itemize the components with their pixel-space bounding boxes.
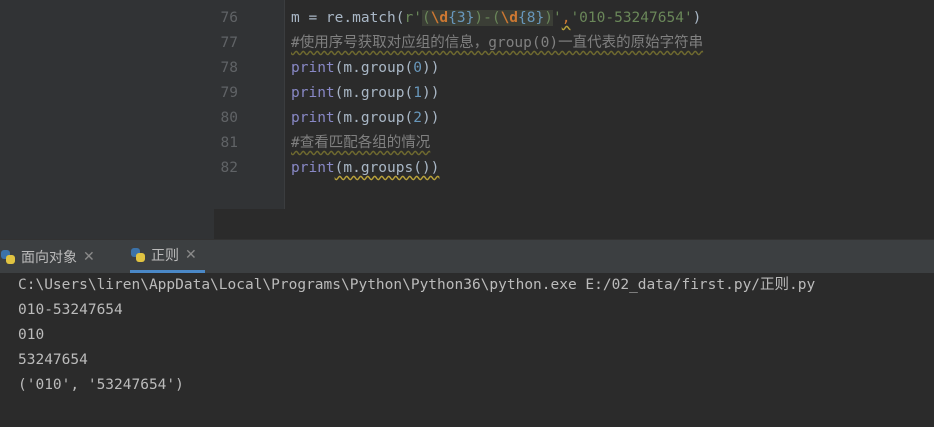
code-line-77[interactable]: #使用序号获取对应组的信息，group(0)一直代表的原始字符串 [291,31,703,56]
tab-mianxiangduixiang[interactable]: 面向对象 ✕ [0,240,95,273]
code-comment: #使用序号获取对应组的信息，group(0)一直代表的原始字符串 [291,35,704,51]
code-token: (m.group( [334,110,414,126]
code-line-80[interactable]: print(m.group(2)) [291,106,439,131]
regex-quote: ' [552,10,562,26]
line-number: 81 [220,135,238,151]
close-icon[interactable]: ✕ [185,247,197,263]
line-number: 76 [220,10,238,26]
regex-escape: \d [430,10,449,26]
regex-quantifier: {3} [448,10,475,26]
console-line: ('010', '53247654') [18,377,184,393]
regex-escape: \d [500,10,519,26]
regex-token: ) [544,10,553,26]
regex-token: ( [421,10,431,26]
tab-label: 正则 [151,248,179,264]
code-token: m = re.match( [291,10,405,26]
run-tool-window-tabs: 面向对象 ✕ 正则 ✕ [0,239,934,273]
line-number: 79 [220,85,238,101]
code-token: (m.groups()) [334,160,440,176]
line-number: 77 [220,35,238,51]
code-token: )) [421,60,440,76]
string-argument: '010-53247654' [570,10,693,26]
code-token: (m.group( [334,85,414,101]
code-line-81[interactable]: #查看匹配各组的情况 [291,131,430,156]
line-number: 82 [220,160,238,176]
code-token: (m.group( [334,60,414,76]
run-console[interactable]: C:\Users\liren\AppData\Local\Programs\Py… [0,273,934,427]
code-token: )) [421,85,440,101]
code-line-82[interactable]: print(m.groups()) [291,156,439,181]
console-line: 010 [18,327,45,343]
builtin-print: print [291,110,335,126]
code-comment: #查看匹配各组的情况 [291,135,431,151]
python-icon [130,247,146,263]
tab-label: 面向对象 [21,249,77,266]
code-token: ) [692,10,702,26]
console-line: C:\Users\liren\AppData\Local\Programs\Py… [18,277,816,293]
number-literal: 1 [413,85,422,101]
code-editor[interactable]: 76 77 78 79 80 81 82 m = re.match(r'(\d{… [0,0,934,239]
editor-empty-area [214,209,934,239]
close-icon[interactable]: ✕ [83,249,95,265]
code-line-79[interactable]: print(m.group(1)) [291,81,439,106]
console-line: 010-53247654 [18,302,123,318]
number-literal: 0 [413,60,422,76]
console-line: 53247654 [18,352,88,368]
builtin-print: print [291,85,335,101]
line-number: 78 [220,60,238,76]
line-number: 80 [220,110,238,126]
python-icon [0,249,16,265]
number-literal: 2 [413,110,422,126]
regex-prefix: r' [404,10,422,26]
code-line-78[interactable]: print(m.group(0)) [291,56,439,81]
regex-quantifier: {8} [518,10,545,26]
code-line-76[interactable]: m = re.match(r'(\d{3})-(\d{8})','010-532… [291,6,701,31]
code-token: )) [421,110,440,126]
editor-left-panel [0,0,214,239]
builtin-print: print [291,60,335,76]
builtin-print: print [291,160,335,176]
tab-zhengze[interactable]: 正则 ✕ [130,240,205,273]
regex-token: )-( [474,10,501,26]
